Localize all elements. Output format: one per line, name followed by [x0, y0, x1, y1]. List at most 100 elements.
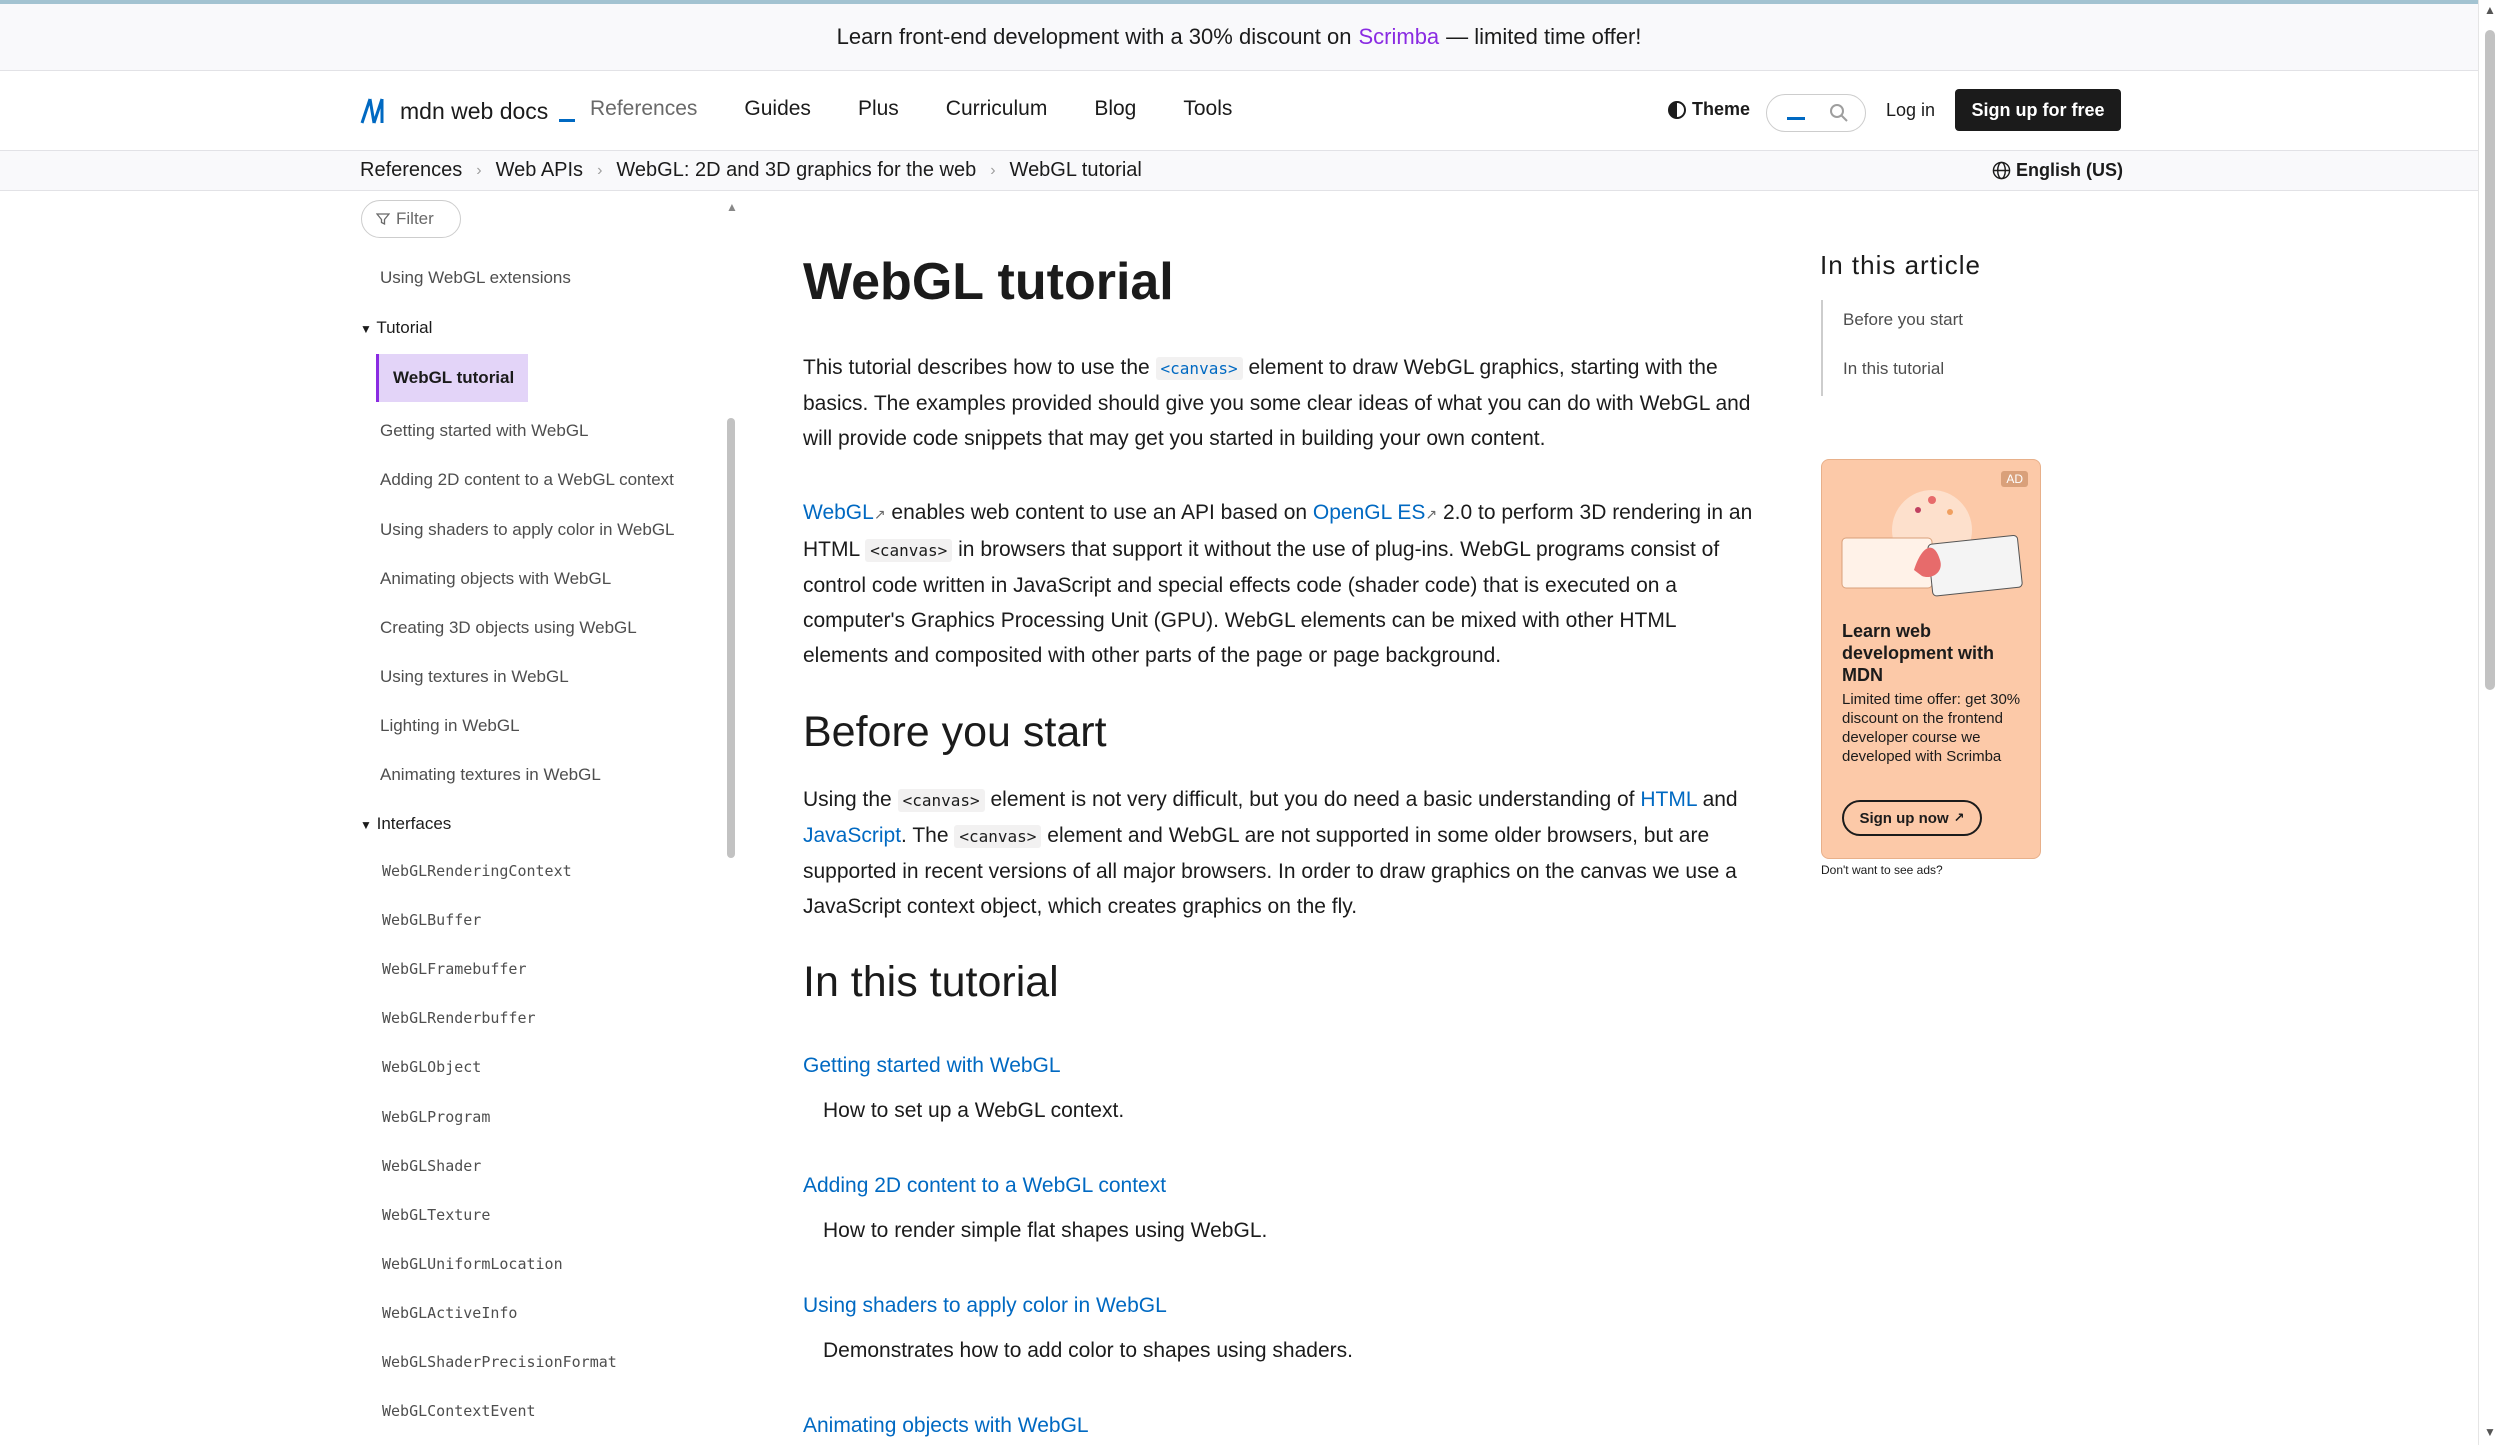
nav-guides[interactable]: Guides — [744, 97, 811, 121]
sidebar-item[interactable]: Using shaders to apply color in WebGL — [380, 520, 675, 540]
language-switcher[interactable]: English (US) — [1992, 160, 2123, 181]
banner-suffix: — limited time offer! — [1446, 24, 1642, 49]
banner-text: Learn front-end development with a 30% d… — [836, 24, 1352, 49]
nav-plus[interactable]: Plus — [858, 97, 899, 121]
breadcrumb-separator: › — [597, 161, 603, 179]
breadcrumb-webgl[interactable]: WebGL: 2D and 3D graphics for the web — [616, 159, 976, 182]
ad-signup-button[interactable]: Sign up now ↗ — [1842, 800, 1982, 836]
sidebar-item[interactable]: WebGLShader — [382, 1157, 481, 1175]
sidebar-item[interactable]: WebGLShaderPrecisionFormat — [382, 1353, 617, 1371]
toc-item[interactable]: Before you start — [1843, 310, 1963, 330]
mdn-logo[interactable]: mdn web docs — [360, 97, 576, 125]
opengl-es-link[interactable]: OpenGL ES — [1313, 501, 1425, 524]
sidebar-item[interactable]: Animating objects with WebGL — [380, 569, 611, 589]
theme-label: Theme — [1692, 99, 1751, 119]
sidebar-item[interactable]: Using WebGL extensions — [380, 268, 571, 288]
page-scrollbar[interactable]: ▲ ▼ — [2478, 0, 2500, 1445]
group-label: Tutorial — [376, 318, 433, 337]
sidebar-item[interactable]: WebGLUniformLocation — [382, 1255, 563, 1273]
theme-button[interactable]: Theme — [1668, 99, 1750, 120]
sidebar-item[interactable]: Getting started with WebGL — [380, 421, 589, 441]
heading-in-this-tutorial: In this tutorial — [803, 958, 1059, 1006]
triangle-down-icon: ▼ — [360, 322, 372, 336]
search-input[interactable] — [1766, 94, 1866, 132]
tutorial-link[interactable]: Using shaders to apply color in WebGL — [803, 1294, 1167, 1318]
inline-code: <canvas> — [1155, 357, 1243, 380]
sidebar-item[interactable]: Creating 3D objects using WebGL — [380, 618, 637, 638]
tutorial-link[interactable]: Animating objects with WebGL — [803, 1414, 1089, 1438]
ad-text: Limited time offer: get 30% discount on … — [1842, 691, 2021, 765]
toc-item[interactable]: In this tutorial — [1843, 359, 1944, 379]
breadcrumb-separator: › — [990, 161, 996, 179]
sidebar-item[interactable]: Lighting in WebGL — [380, 716, 520, 736]
signup-button[interactable]: Sign up for free — [1955, 89, 2121, 131]
tutorial-description: Demonstrates how to add color to shapes … — [823, 1339, 1353, 1362]
before-paragraph: Using the <canvas> element is not very d… — [803, 782, 1763, 924]
external-link-icon: ↗ — [1953, 810, 1965, 825]
toc: Before you start In this tutorial — [1821, 300, 2021, 396]
breadcrumb: References › Web APIs › WebGL: 2D and 3D… — [360, 159, 1142, 182]
html-link[interactable]: HTML — [1640, 788, 1696, 811]
sidebar-item[interactable]: WebGLBuffer — [382, 911, 481, 929]
sidebar-scrollbar[interactable] — [727, 418, 735, 858]
sidebar-item[interactable]: Adding 2D content to a WebGL context — [380, 470, 674, 490]
login-link[interactable]: Log in — [1886, 100, 1935, 121]
text: element is not very difficult, but you d… — [990, 788, 1635, 811]
webgl-link[interactable]: WebGL — [803, 501, 874, 524]
breadcrumb-webgl-tutorial[interactable]: WebGL tutorial — [1010, 159, 1142, 182]
canvas-code-link[interactable]: <canvas> — [1155, 356, 1243, 380]
text: Using the — [803, 788, 892, 811]
external-link-icon: ↗ — [873, 506, 886, 522]
sidebar-item[interactable]: WebGLRenderbuffer — [382, 1009, 536, 1027]
globe-icon — [1992, 161, 2011, 180]
sidebar-item-active[interactable]: WebGL tutorial — [376, 354, 528, 402]
nav-references[interactable]: References — [590, 97, 697, 121]
sidebar-item[interactable]: Animating textures in WebGL — [380, 765, 601, 785]
breadcrumb-references[interactable]: References — [360, 159, 462, 182]
sidebar-item[interactable]: WebGLActiveInfo — [382, 1304, 517, 1322]
search-icon — [1830, 104, 1848, 122]
sidebar-item[interactable]: WebGLTexture — [382, 1206, 490, 1224]
sidebar-group-interfaces[interactable]: ▼ Interfaces — [360, 814, 451, 834]
sidebar-item[interactable]: Using textures in WebGL — [380, 667, 569, 687]
breadcrumb-separator: › — [476, 161, 482, 179]
scroll-down-icon[interactable]: ▼ — [2484, 1425, 2496, 1439]
javascript-link[interactable]: JavaScript — [803, 824, 901, 847]
group-label: Interfaces — [376, 814, 452, 833]
inline-code: <canvas> — [954, 825, 1042, 848]
breadcrumb-bar: References › Web APIs › WebGL: 2D and 3D… — [0, 151, 2478, 191]
tutorial-link[interactable]: Getting started with WebGL — [803, 1054, 1061, 1078]
sidebar-scroll-up-icon[interactable]: ▲ — [726, 200, 738, 214]
sidebar-item[interactable]: WebGLFramebuffer — [382, 960, 527, 978]
filter-icon — [376, 213, 390, 226]
sidebar-item[interactable]: WebGLContextEvent — [382, 1402, 536, 1420]
nav-blog[interactable]: Blog — [1094, 97, 1136, 121]
banner-scrimba-link[interactable]: Scrimba — [1358, 24, 1439, 50]
scroll-up-icon[interactable]: ▲ — [2484, 3, 2496, 17]
theme-icon — [1668, 100, 1686, 119]
sidebar-group-tutorial[interactable]: ▼ Tutorial — [360, 318, 432, 338]
ad-card[interactable]: AD Learn web development with MDN Limite… — [1821, 459, 2041, 859]
intro-paragraph: This tutorial describes how to use the <… — [803, 350, 1763, 456]
triangle-down-icon: ▼ — [360, 818, 372, 832]
ad-button-label: Sign up now — [1859, 809, 1949, 827]
logo-cursor — [559, 100, 576, 122]
breadcrumb-web-apis[interactable]: Web APIs — [496, 159, 583, 182]
tutorial-link[interactable]: Adding 2D content to a WebGL context — [803, 1174, 1166, 1198]
filter-label: Filter — [396, 209, 434, 228]
nav-tools[interactable]: Tools — [1183, 97, 1232, 121]
sidebar-filter[interactable]: Filter — [361, 200, 461, 238]
sidebar-item[interactable]: WebGLRenderingContext — [382, 862, 572, 880]
sidebar-item[interactable]: WebGLProgram — [382, 1108, 490, 1126]
nav-curriculum[interactable]: Curriculum — [946, 97, 1048, 121]
ad-opt-out-link[interactable]: Don't want to see ads? — [1821, 863, 1943, 877]
page-scrollbar-thumb[interactable] — [2485, 30, 2495, 690]
text: enables web content to use an API based … — [891, 501, 1308, 524]
site-header: mdn web docs References Guides Plus Curr… — [0, 71, 2478, 151]
inline-code: <canvas> — [865, 539, 953, 562]
webgl-paragraph: WebGL↗ enables web content to use an API… — [803, 495, 1763, 673]
page-title: WebGL tutorial — [803, 253, 1174, 311]
heading-before-you-start: Before you start — [803, 708, 1107, 756]
ad-title: Learn web development with MDN — [1842, 621, 1995, 685]
sidebar-item[interactable]: WebGLObject — [382, 1058, 481, 1076]
